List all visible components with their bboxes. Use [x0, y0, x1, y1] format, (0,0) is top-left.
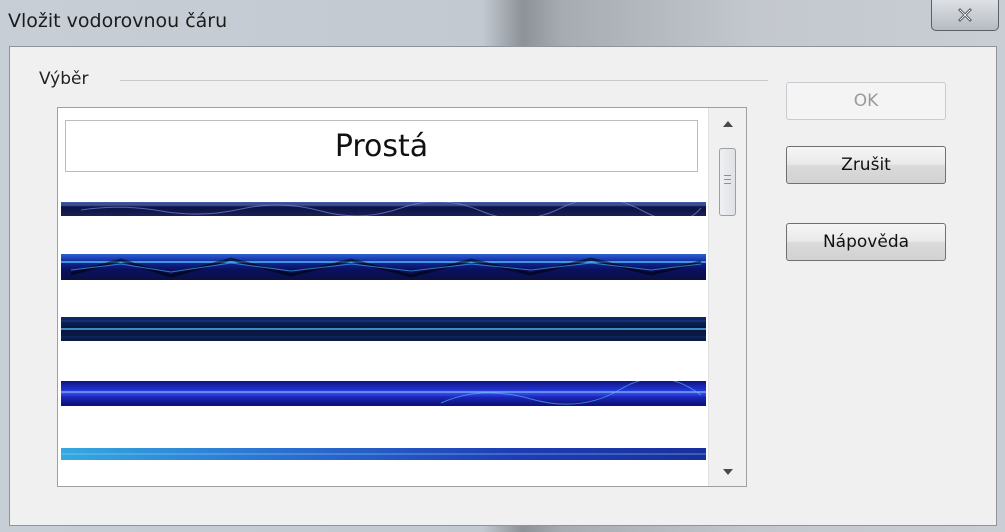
title-bar[interactable]: Vložit vodorovnou čáru [0, 0, 1005, 46]
group-divider [120, 80, 768, 81]
help-button[interactable]: Nápověda [786, 223, 946, 261]
cancel-button[interactable]: Zrušit [786, 146, 946, 184]
list-item-rule-5[interactable] [61, 448, 706, 460]
ok-button[interactable]: OK [786, 82, 946, 120]
horizontal-line-list[interactable]: Prostá [57, 107, 747, 487]
scroll-up-arrow[interactable] [709, 112, 746, 136]
thumb-grip-icon [724, 175, 731, 187]
scroll-down-arrow[interactable] [709, 460, 746, 484]
group-label: Výběr [39, 69, 95, 89]
list-item-rule-3[interactable] [61, 317, 706, 341]
chevron-up-icon [722, 121, 733, 127]
list-item-rule-4[interactable] [61, 381, 706, 406]
list-scrollbar[interactable] [708, 108, 746, 486]
list-item-rule-2[interactable] [61, 254, 706, 280]
scroll-thumb[interactable] [719, 148, 736, 216]
chevron-down-icon [722, 469, 733, 475]
list-item-plain[interactable]: Prostá [65, 120, 698, 172]
dialog-window: Vložit vodorovnou čáru Výběr Prostá OK Z… [0, 0, 1005, 532]
close-button[interactable] [931, 0, 999, 31]
close-icon [958, 8, 972, 22]
list-item-rule-1[interactable] [61, 202, 706, 216]
window-title: Vložit vodorovnou čáru [8, 10, 228, 32]
